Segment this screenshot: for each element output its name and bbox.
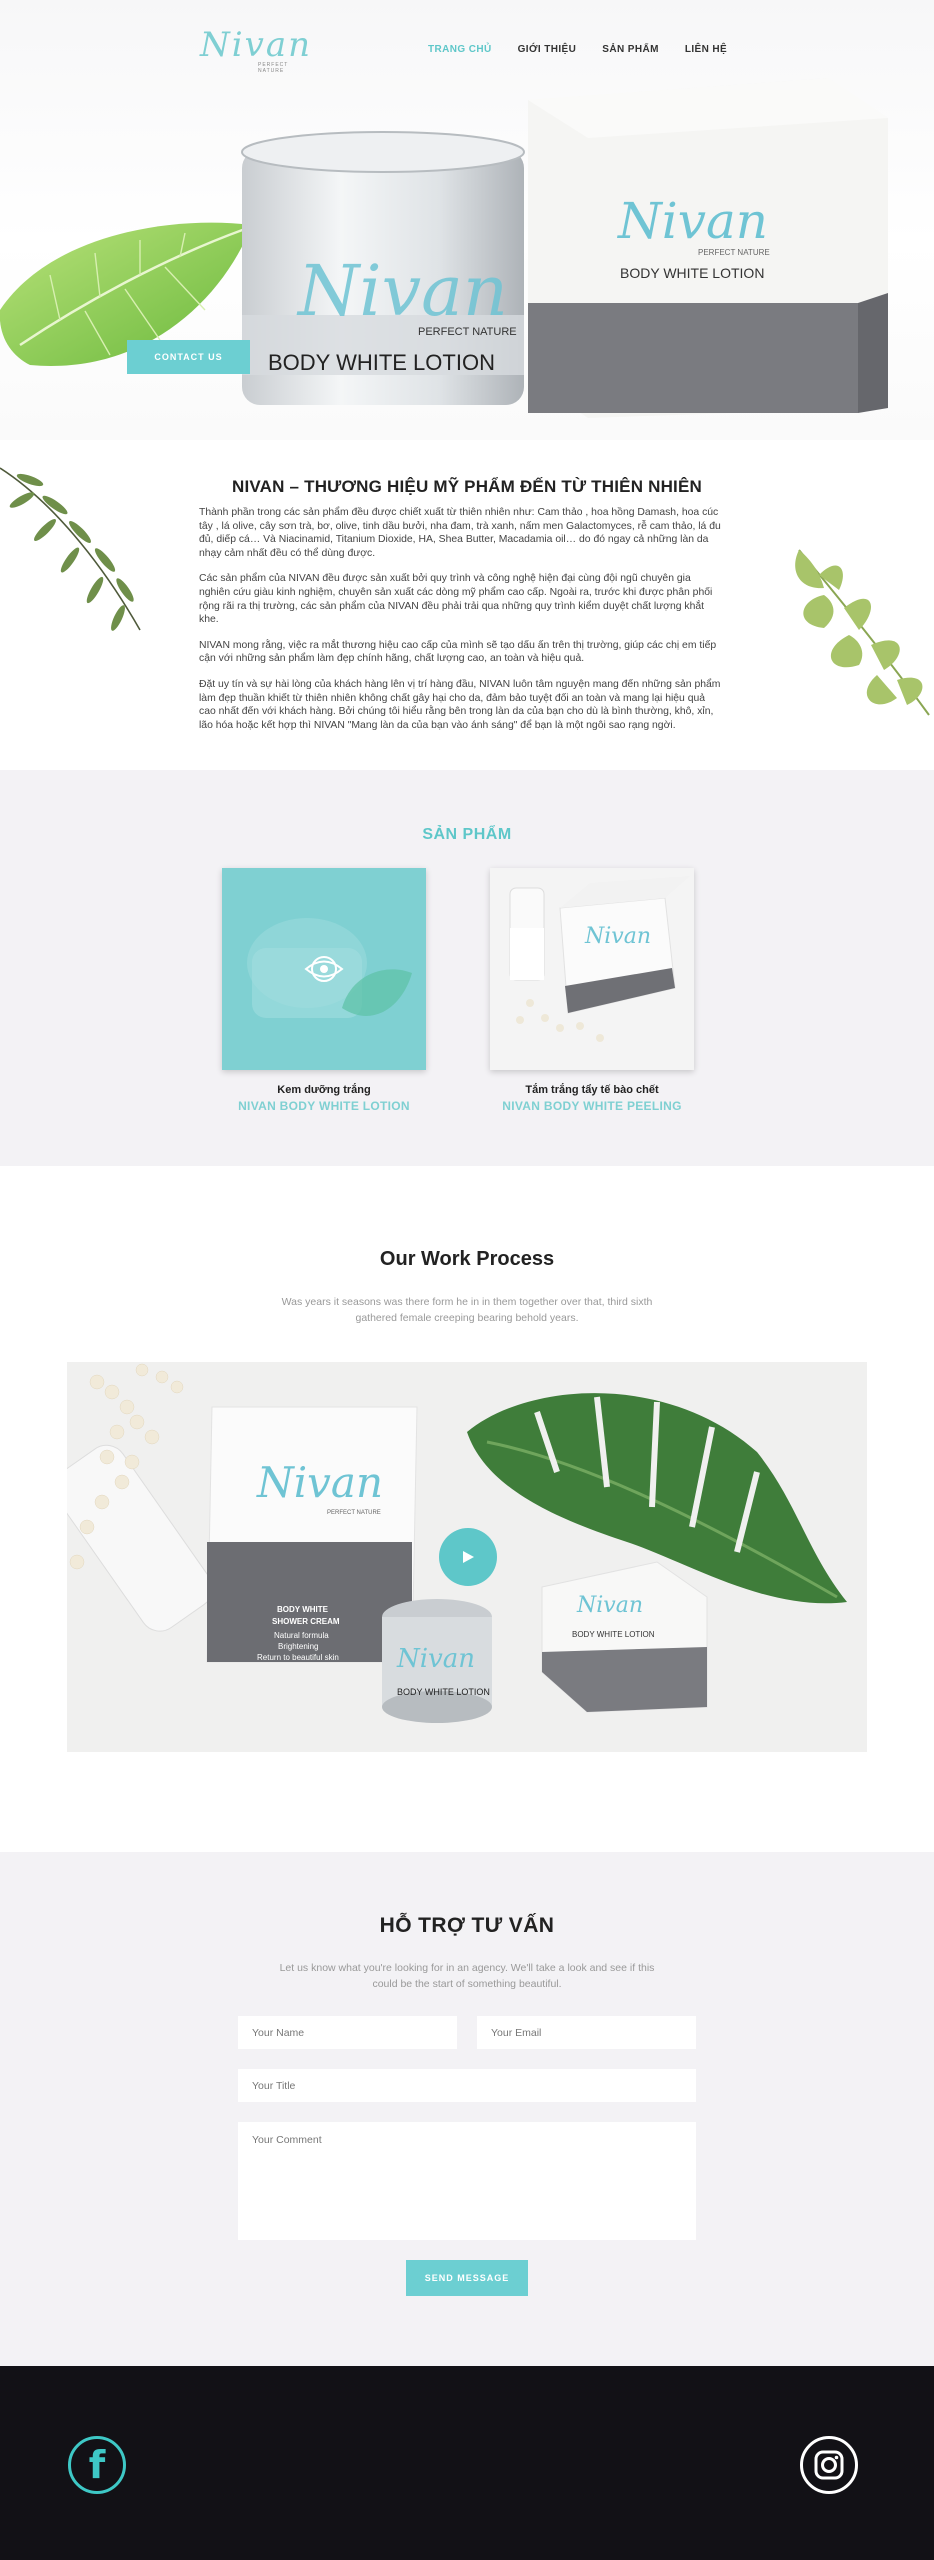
email-input[interactable] xyxy=(477,2016,696,2049)
hero-section: Nivan PERFECT NATURE TRANG CHỦ GIỚI THIỆ… xyxy=(0,0,934,440)
video-play-button[interactable] xyxy=(439,1528,497,1586)
work-subtitle: Was years it seasons was there form he i… xyxy=(281,1296,653,1324)
products-section: SẢN PHẨM Kem dưỡng trắng NIVAN BODY WHIT… xyxy=(0,770,934,1166)
nav-item-about[interactable]: GIỚI THIỆU xyxy=(518,44,577,55)
svg-text:Nivan: Nivan xyxy=(256,1458,383,1507)
box-label: BODY WHITE LOTION xyxy=(620,265,764,281)
footer: f xyxy=(0,2366,934,2560)
svg-text:PERFECT NATURE: PERFECT NATURE xyxy=(327,1510,381,1516)
product-box-image: Nivan PERFECT NATURE BODY WHITE LOTION xyxy=(528,78,888,418)
product-subtitle[interactable]: NIVAN BODY WHITE PEELING xyxy=(490,1099,694,1113)
name-input[interactable] xyxy=(238,2016,457,2049)
facebook-icon[interactable]: f xyxy=(68,2436,126,2494)
process-video[interactable]: Nivan PERFECT NATURE BODY WHITE SHOWER C… xyxy=(67,1362,867,1752)
about-title: NIVAN – THƯƠNG HIỆU MỸ PHẨM ĐẾN TỪ THIÊN… xyxy=(231,477,702,496)
title-input[interactable] xyxy=(238,2069,696,2102)
leafy-branch-left-image xyxy=(0,467,141,631)
svg-text:PERFECT NATURE: PERFECT NATURE xyxy=(418,326,517,338)
about-paragraph: Đặt uy tín và sự hài lòng của khách hàng… xyxy=(199,678,721,731)
svg-text:PERFECT NATURE: PERFECT NATURE xyxy=(698,248,770,257)
shower-box-line: Return to beautiful skin xyxy=(257,1653,339,1662)
instagram-icon[interactable] xyxy=(800,2436,858,2494)
site-logo[interactable]: Nivan PERFECT NATURE xyxy=(200,25,312,74)
nav-item-home[interactable]: TRANG CHỦ xyxy=(428,44,492,55)
small-box-label: BODY WHITE LOTION xyxy=(572,1630,655,1639)
shower-box-line: Natural formula xyxy=(274,1631,329,1640)
work-process-section: Our Work Process Was years it seasons wa… xyxy=(0,1166,934,1852)
support-section: HỖ TRỢ TƯ VẤN Let us know what you're lo… xyxy=(0,1852,934,2366)
svg-text:Nivan: Nivan xyxy=(617,192,768,250)
about-section: NIVAN – THƯƠNG HIỆU MỸ PHẨM ĐẾN TỪ THIÊN… xyxy=(0,440,934,770)
svg-text:Nivan: Nivan xyxy=(576,1593,643,1618)
svg-text:Nivan: Nivan xyxy=(584,924,651,949)
svg-text:Nivan: Nivan xyxy=(396,1644,475,1674)
product-name[interactable]: Kem dưỡng trắng xyxy=(222,1084,426,1096)
support-subtitle: Let us know what you're looking for in a… xyxy=(279,1962,655,1990)
products-title: SẢN PHẨM xyxy=(422,826,512,843)
about-paragraph: Thành phần trong các sản phẩm đều được c… xyxy=(199,507,721,559)
jar-label: BODY WHITE LOTION xyxy=(268,350,495,375)
palm-leaf-right-image xyxy=(795,549,930,716)
cream-jar-image: Nivan PERFECT NATURE BODY WHITE LOTION xyxy=(241,131,525,405)
about-body: Thành phần trong các sản phẩm đều được c… xyxy=(199,506,722,744)
svg-text:Nivan: Nivan xyxy=(296,250,508,332)
send-message-button[interactable]: SEND MESSAGE xyxy=(406,2260,528,2296)
shower-box-line: Brightening xyxy=(278,1642,318,1651)
support-title: HỖ TRỢ TƯ VẤN xyxy=(379,1914,555,1937)
logo-tagline: PERFECT NATURE xyxy=(258,62,289,74)
jar-label: BODY WHITE LOTION xyxy=(397,1687,490,1697)
product-image-lotion[interactable] xyxy=(222,868,426,1070)
nav-item-products[interactable]: SẢN PHẨM xyxy=(602,44,659,55)
product-image-peeling[interactable]: Nivan xyxy=(490,868,694,1070)
product-subtitle[interactable]: NIVAN BODY WHITE LOTION xyxy=(222,1099,426,1113)
shower-box-line: SHOWER CREAM xyxy=(272,1617,340,1626)
nav-item-contact[interactable]: LIÊN HỆ xyxy=(685,44,727,55)
product-card[interactable]: Nivan Tắm trắng tẩy tế bào chết NIVAN BO… xyxy=(490,868,694,1113)
shower-box-line: BODY WHITE xyxy=(277,1605,329,1614)
play-icon xyxy=(463,1551,474,1563)
work-title: Our Work Process xyxy=(379,1248,555,1270)
about-paragraph: NIVAN mong rằng, việc ra mắt thương hiệu… xyxy=(199,639,717,665)
about-paragraph: Các sản phẩm của NIVAN đều được sản xuất… xyxy=(199,573,713,626)
logo-wordmark: Nivan xyxy=(200,25,312,65)
product-card[interactable]: Kem dưỡng trắng NIVAN BODY WHITE LOTION xyxy=(222,868,426,1113)
contact-us-button[interactable]: CONTACT US xyxy=(127,340,250,374)
comment-textarea[interactable] xyxy=(238,2122,696,2240)
main-nav: TRANG CHỦ GIỚI THIỆU SẢN PHẨM LIÊN HỆ xyxy=(428,44,727,55)
product-name[interactable]: Tắm trắng tẩy tế bào chết xyxy=(490,1084,694,1096)
